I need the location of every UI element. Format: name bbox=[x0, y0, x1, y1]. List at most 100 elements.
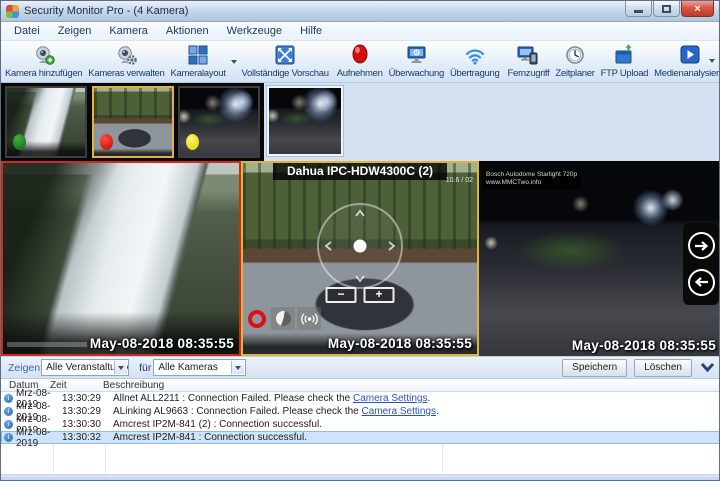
save-button[interactable]: Speichern bbox=[562, 359, 627, 377]
toolbar-button-remote-access[interactable]: Fernzugriff bbox=[504, 43, 552, 81]
toolbar-button-full-preview[interactable]: Vollständige Vorschau bbox=[239, 43, 332, 81]
toolbar-label: Aufnehmen bbox=[337, 68, 383, 79]
camera-settings-link[interactable]: Camera Settings bbox=[362, 406, 436, 417]
dropdown-arrow-icon bbox=[114, 361, 127, 374]
column-divider bbox=[442, 444, 443, 474]
thumbnail-strip bbox=[1, 83, 719, 161]
status-dot-red bbox=[100, 134, 113, 150]
menu-werkzeuge[interactable]: Werkzeuge bbox=[218, 25, 291, 37]
app-icon bbox=[6, 5, 19, 18]
toolbar-overflow-arrow-icon[interactable] bbox=[707, 59, 717, 63]
menu-kamera[interactable]: Kamera bbox=[100, 25, 157, 37]
menu-datei[interactable]: Datei bbox=[5, 25, 49, 37]
toolbar-label: Vollständige Vorschau bbox=[242, 68, 329, 79]
info-icon bbox=[4, 407, 13, 416]
ptz-control[interactable] bbox=[317, 203, 403, 289]
toolbar-button-record[interactable]: Aufnehmen bbox=[334, 43, 386, 81]
chevron-down-icon bbox=[700, 362, 715, 374]
ptz-up-icon[interactable] bbox=[354, 208, 366, 220]
timestamp-overlay: May-08-2018 08:35:55 bbox=[90, 336, 234, 351]
column-divider bbox=[105, 444, 106, 474]
cameras-filter-value: Alle Kameras bbox=[158, 362, 217, 373]
thumbnail-camera-3[interactable] bbox=[178, 86, 260, 158]
camera-left-video bbox=[3, 163, 239, 354]
zoom-in-button[interactable]: + bbox=[364, 287, 395, 303]
camera-panel-left[interactable]: May-08-2018 08:35:55 bbox=[1, 161, 241, 356]
camera-manage-icon bbox=[115, 44, 137, 65]
log-row-2[interactable]: Mrz-08-2019 13:30:29 ALinking AL9663 : C… bbox=[1, 405, 720, 418]
full-preview-icon bbox=[275, 44, 295, 65]
log-time: 13:30:30 bbox=[62, 419, 113, 430]
recording-ring-icon[interactable] bbox=[248, 310, 266, 328]
info-icon bbox=[4, 420, 13, 429]
column-divider bbox=[53, 444, 54, 474]
ptz-center-dot[interactable] bbox=[354, 240, 367, 253]
next-camera-button[interactable] bbox=[688, 232, 715, 259]
broadcast-wifi-icon bbox=[464, 44, 486, 65]
events-filter-dropdown[interactable]: Alle Veranstaltungen bbox=[41, 359, 129, 376]
title-bar: Security Monitor Pro - (4 Kamera) × bbox=[1, 1, 719, 22]
timestamp-overlay: May-08-2018 08:35:55 bbox=[328, 336, 472, 351]
close-button[interactable]: × bbox=[681, 1, 714, 17]
log-text-suffix: . bbox=[436, 406, 439, 417]
window-bottom-frame bbox=[1, 474, 720, 481]
motion-detection-icon bbox=[301, 312, 318, 326]
menu-zeigen[interactable]: Zeigen bbox=[49, 25, 101, 37]
cameras-filter-dropdown[interactable]: Alle Kameras bbox=[153, 359, 246, 376]
toolbar-label: FTP Upload bbox=[601, 68, 649, 79]
log-row-3[interactable]: Mrz-08-2019 13:30:30 Amcrest IP2M-841 (2… bbox=[1, 418, 720, 431]
log-time: 13:30:29 bbox=[62, 393, 113, 404]
toolbar-button-add-camera[interactable]: Kamera hinzufügen bbox=[2, 43, 85, 81]
toolbar-button-camera-layout[interactable]: Kameralayout bbox=[168, 43, 229, 81]
camera-panel-center[interactable]: Dahua IPC-HDW4300C (2) 10.6 / 02 − + M bbox=[241, 161, 479, 356]
event-filter-bar: Zeigen Alle Veranstaltungen für Alle Kam… bbox=[1, 356, 720, 378]
ptz-right-icon[interactable] bbox=[385, 240, 397, 252]
log-date: Mrz-08-2019 bbox=[16, 427, 62, 449]
remote-access-icon bbox=[517, 44, 539, 65]
media-analyzer-play-icon bbox=[680, 44, 700, 65]
camera-4-preview bbox=[269, 88, 341, 154]
stream-stats-overlay: 10.6 / 02 bbox=[446, 177, 473, 184]
window-controls: × bbox=[625, 1, 714, 17]
ptz-left-icon[interactable] bbox=[323, 240, 335, 252]
zoom-out-button[interactable]: − bbox=[326, 287, 357, 303]
dropdown-arrow-icon bbox=[231, 361, 244, 374]
thumbnail-camera-2-selected[interactable] bbox=[92, 86, 174, 158]
collapse-log-button[interactable] bbox=[700, 362, 715, 374]
previous-camera-button[interactable] bbox=[688, 269, 715, 296]
menu-hilfe[interactable]: Hilfe bbox=[291, 25, 331, 37]
info-icon bbox=[4, 394, 13, 403]
toolbar-button-ftp-upload[interactable]: FTP Upload bbox=[598, 43, 652, 81]
menu-aktionen[interactable]: Aktionen bbox=[157, 25, 218, 37]
log-description: Amcrest IP2M-841 : Connection successful… bbox=[113, 432, 720, 443]
toolbar-button-manage-cameras[interactable]: Kameras verwalten bbox=[85, 43, 167, 81]
log-row-1[interactable]: Mrz-08-2019 13:30:29 Allnet ALL2211 : Co… bbox=[1, 392, 720, 405]
delete-button[interactable]: Löschen bbox=[634, 359, 692, 377]
day-night-icon bbox=[276, 311, 291, 326]
toolbar-label: Überwachung bbox=[389, 68, 444, 79]
toolbar-button-broadcast[interactable]: Übertragung bbox=[447, 43, 503, 81]
show-label: Zeigen bbox=[8, 362, 40, 374]
maximize-button[interactable] bbox=[653, 1, 680, 17]
minimize-button[interactable] bbox=[625, 1, 652, 17]
camera-left-watermark bbox=[7, 342, 87, 347]
app-window: Security Monitor Pro - (4 Kamera) × Date… bbox=[0, 0, 720, 481]
camera-layout-icon bbox=[188, 44, 208, 65]
log-row-4-selected[interactable]: Mrz-08-2019 13:30:32 Amcrest IP2M-841 : … bbox=[1, 431, 720, 444]
toolbar-label: Fernzugriff bbox=[507, 68, 549, 79]
motion-detection-toggle[interactable] bbox=[297, 307, 321, 330]
log-table-body: Mrz-08-2019 13:30:29 Allnet ALL2211 : Co… bbox=[1, 392, 720, 474]
camera-settings-link[interactable]: Camera Settings bbox=[353, 393, 427, 404]
toolbar-label: Kamera hinzufügen bbox=[5, 68, 82, 79]
toolbar-label: Kameralayout bbox=[171, 68, 226, 79]
day-night-toggle[interactable] bbox=[271, 307, 295, 330]
thumbnail-camera-4[interactable] bbox=[267, 86, 343, 156]
camera-panel-right[interactable]: Bosch Autodome Starlight 720p www.MMCTwo… bbox=[479, 161, 720, 356]
toolbar-label: Übertragung bbox=[450, 68, 500, 79]
toolbar-button-monitoring[interactable]: Überwachung bbox=[386, 43, 447, 81]
toolbar-button-scheduler[interactable]: Zeitplaner bbox=[552, 43, 597, 81]
thumbnail-camera-1[interactable] bbox=[5, 86, 87, 158]
layout-dropdown-arrow-icon[interactable] bbox=[229, 43, 239, 81]
ptz-down-icon[interactable] bbox=[354, 272, 366, 284]
close-icon: × bbox=[694, 3, 700, 15]
